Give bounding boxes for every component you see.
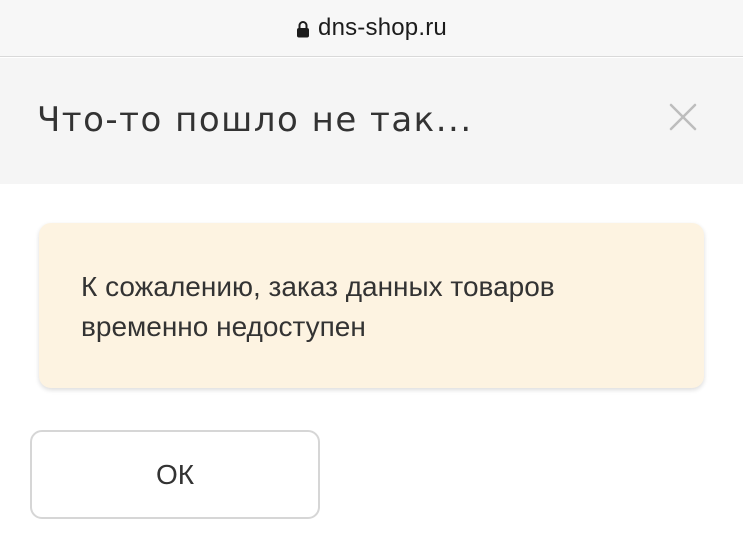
modal-header: Что-то пошло не так... bbox=[0, 58, 743, 184]
modal-title: Что-то пошло не так... bbox=[37, 100, 473, 140]
lock-icon bbox=[297, 21, 310, 38]
browser-address-bar[interactable]: dns-shop.ru bbox=[0, 0, 743, 57]
close-icon[interactable] bbox=[664, 98, 702, 136]
warning-message-box: К сожалению, заказ данных товаров времен… bbox=[39, 223, 704, 388]
warning-message-text: К сожалению, заказ данных товаров времен… bbox=[81, 271, 555, 342]
address-bar-domain: dns-shop.ru bbox=[318, 14, 447, 41]
ok-button[interactable]: ОК bbox=[30, 430, 320, 519]
